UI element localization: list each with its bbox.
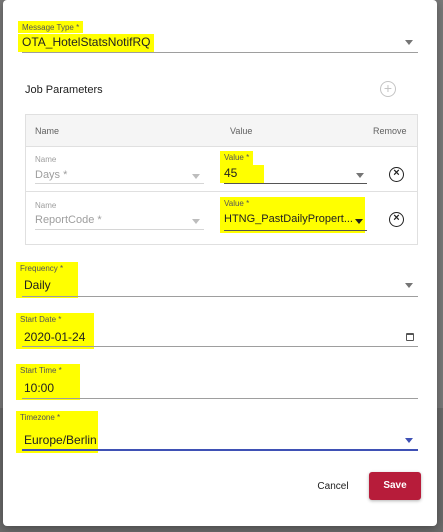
column-header-value: Value	[230, 126, 253, 136]
chevron-down-icon[interactable]	[356, 173, 364, 178]
start-date-underline	[22, 346, 418, 347]
remove-row-icon[interactable]: ×	[389, 167, 404, 182]
table-header: Name Value Remove	[26, 115, 417, 147]
column-header-name: Name	[35, 126, 60, 136]
message-type-label: Message Type *	[18, 21, 84, 33]
job-dialog: Message Type * OTA_HotelStatsNotifRQ Job…	[3, 0, 437, 526]
row-divider	[26, 191, 417, 192]
chevron-down-icon[interactable]	[405, 40, 413, 45]
column-header-remove: Remove	[373, 126, 407, 136]
message-type-underline	[22, 52, 418, 53]
param-value-underline	[224, 230, 367, 231]
start-date-value: 2020-01-24	[24, 330, 86, 344]
save-button[interactable]: Save	[369, 472, 421, 500]
start-time-underline	[22, 398, 418, 399]
param-value-underline	[224, 183, 367, 184]
message-type-value: OTA_HotelStatsNotifRQ	[18, 34, 155, 52]
remove-row-icon[interactable]: ×	[389, 212, 404, 227]
chevron-down-icon[interactable]	[355, 219, 363, 224]
calendar-icon[interactable]	[406, 333, 414, 341]
timezone-value: Europe/Berlin	[24, 433, 97, 447]
start-time-value: 10:00	[24, 381, 55, 395]
chevron-down-icon[interactable]	[405, 438, 413, 443]
param-name-label: Name	[35, 201, 57, 210]
job-parameters-table: Name Value Remove Name Days * Value * 45…	[25, 114, 418, 245]
param-value-select: HTNG_PastDailyPropert...	[224, 213, 353, 225]
frequency-underline	[22, 296, 418, 297]
param-name-underline	[35, 183, 204, 184]
param-value-input: 45	[220, 165, 264, 183]
param-name-underline	[35, 229, 204, 230]
chevron-down-icon[interactable]	[405, 283, 413, 288]
chevron-down-icon[interactable]	[192, 219, 200, 224]
param-name-value: Days *	[35, 169, 68, 181]
job-parameters-title: Job Parameters	[25, 84, 103, 96]
param-name-value: ReportCode *	[35, 214, 102, 226]
add-parameter-icon[interactable]: +	[380, 81, 396, 97]
cancel-button[interactable]: Cancel	[309, 476, 357, 498]
param-name-label: Name	[35, 155, 57, 164]
frequency-value: Daily	[24, 278, 51, 292]
timezone-underline	[22, 449, 418, 451]
chevron-down-icon[interactable]	[192, 174, 200, 179]
